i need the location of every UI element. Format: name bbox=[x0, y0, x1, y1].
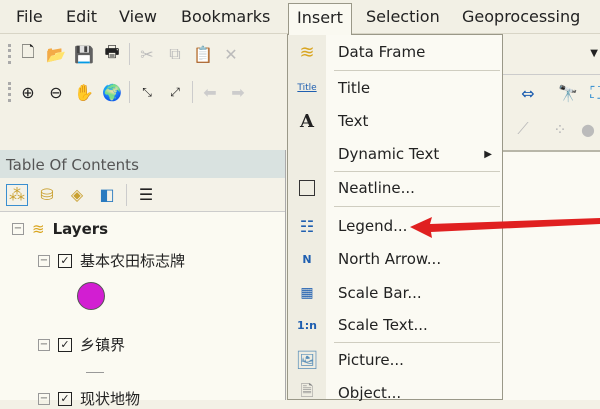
layer-name: 现状地物 bbox=[80, 390, 141, 408]
data-frame-icon: ≋ bbox=[299, 41, 315, 63]
list-by-drawing-order-icon[interactable]: ⁂ bbox=[6, 183, 28, 206]
picture-icon: 🖼 bbox=[295, 349, 319, 371]
toc-title: Table Of Contents bbox=[0, 150, 285, 178]
save-icon[interactable]: 💾 bbox=[73, 43, 95, 65]
layer-visibility-checkbox[interactable]: ✓ bbox=[58, 337, 72, 352]
menu-item-scale-text[interactable]: 1:n Scale Text... bbox=[288, 310, 502, 340]
sketch-icon[interactable]: ⁘ bbox=[549, 118, 571, 140]
neatline-icon bbox=[299, 180, 315, 196]
layer-name: 基本农田标志牌 bbox=[80, 252, 186, 270]
menu-item-dynamic-text[interactable]: Dynamic Text ▶ bbox=[288, 139, 502, 169]
menu-selection[interactable]: Selection bbox=[366, 7, 440, 26]
cut-icon[interactable]: ✂ bbox=[136, 43, 158, 65]
delete-icon[interactable]: ✕ bbox=[220, 43, 242, 65]
submenu-arrow-icon: ▶ bbox=[484, 148, 492, 160]
list-by-visibility-icon[interactable]: ◈ bbox=[66, 184, 88, 206]
menu-insert[interactable]: Insert bbox=[288, 3, 352, 35]
layer-item[interactable]: − ✓ 基本农田标志牌 bbox=[38, 250, 185, 271]
toc-toolbar: ⁂ ⛁ ◈ ◧ ☰ bbox=[0, 178, 285, 212]
find-binoculars-icon[interactable]: 🔭 bbox=[557, 82, 579, 104]
fixed-zoom-out-icon[interactable]: ⤢ bbox=[164, 81, 186, 103]
menu-file[interactable]: File bbox=[16, 7, 43, 26]
object-icon: 🗎 bbox=[300, 380, 314, 400]
menu-bar: File Edit View Bookmarks Insert Selectio… bbox=[0, 0, 600, 35]
menu-item-north-arrow[interactable]: N North Arrow... bbox=[288, 244, 502, 274]
menu-item-neatline[interactable]: Neatline... bbox=[288, 173, 502, 203]
menu-item-label: Scale Bar... bbox=[338, 284, 422, 302]
layer-name: 乡镇界 bbox=[80, 336, 126, 354]
menu-item-title[interactable]: Title Title bbox=[288, 73, 502, 103]
collapse-icon[interactable]: − bbox=[38, 392, 50, 405]
sphere-icon[interactable]: ● bbox=[577, 118, 599, 140]
toolbar-separator bbox=[126, 183, 127, 206]
new-document-icon[interactable]: 🗋 bbox=[17, 42, 39, 65]
menu-item-label: Dynamic Text bbox=[338, 145, 440, 163]
menu-edit[interactable]: Edit bbox=[66, 7, 97, 26]
dropdown-arrow-icon[interactable]: ▼ bbox=[590, 48, 598, 59]
menu-item-label: Neatline... bbox=[338, 179, 415, 197]
north-arrow-icon: N bbox=[302, 252, 312, 266]
layers-label: Layers bbox=[52, 220, 109, 238]
network-icon[interactable]: ⛶ bbox=[585, 82, 600, 104]
legend-icon: ☷ bbox=[299, 216, 315, 236]
scale-bar-icon: ▦ bbox=[300, 285, 314, 301]
print-icon[interactable]: 🖶 bbox=[101, 42, 123, 65]
fixed-zoom-in-icon[interactable]: ⤡ bbox=[136, 81, 158, 103]
menu-item-label: Legend... bbox=[338, 217, 408, 235]
scale-text-icon: 1:n bbox=[297, 318, 317, 332]
title-icon: Title bbox=[297, 83, 317, 93]
toolbar-grip[interactable] bbox=[8, 44, 11, 64]
red-annotation-arrow bbox=[410, 217, 600, 238]
toolbar-separator bbox=[129, 81, 130, 103]
toolbar-separator bbox=[129, 43, 130, 65]
point-symbol-icon[interactable] bbox=[77, 282, 105, 310]
measure-icon[interactable]: ⇔ bbox=[517, 82, 539, 104]
menu-item-label: Title bbox=[338, 79, 371, 97]
list-by-source-icon[interactable]: ⛁ bbox=[36, 184, 58, 206]
layer-item[interactable]: − ✓ 乡镇界 bbox=[38, 334, 125, 355]
menu-item-data-frame[interactable]: ≋ Data Frame bbox=[288, 37, 502, 67]
line-symbol-icon[interactable] bbox=[86, 372, 104, 373]
back-arrow-icon[interactable]: ⬅ bbox=[199, 81, 221, 103]
text-icon: A bbox=[300, 110, 314, 132]
options-icon[interactable]: ☰ bbox=[135, 184, 157, 206]
layer-visibility-checkbox[interactable]: ✓ bbox=[58, 391, 72, 406]
zoom-in-icon[interactable]: ⊕ bbox=[17, 81, 39, 103]
list-by-selection-icon[interactable]: ◧ bbox=[96, 184, 118, 206]
standard-toolbar: 🗋 📂 💾 🖶 ✂ ⧉ 📋 ✕ bbox=[8, 40, 242, 68]
layer-visibility-checkbox[interactable]: ✓ bbox=[58, 253, 72, 268]
menu-item-object[interactable]: 🗎 Object... bbox=[288, 378, 502, 408]
menu-item-label: North Arrow... bbox=[338, 250, 442, 268]
zoom-out-icon[interactable]: ⊖ bbox=[45, 81, 67, 103]
full-extent-globe-icon[interactable]: 🌍 bbox=[101, 81, 123, 103]
toolbar-separator bbox=[192, 81, 193, 103]
collapse-icon[interactable]: − bbox=[12, 223, 24, 235]
forward-arrow-icon[interactable]: ➡ bbox=[227, 81, 249, 103]
menu-item-label: Text bbox=[338, 112, 369, 130]
table-of-contents-panel: Table Of Contents ⁂ ⛁ ◈ ◧ ☰ − ≋ Layers −… bbox=[0, 150, 286, 408]
menu-item-scale-bar[interactable]: ▦ Scale Bar... bbox=[288, 278, 502, 308]
paste-icon[interactable]: 📋 bbox=[192, 43, 214, 65]
edit-vertex-icon[interactable]: ⟋ bbox=[512, 118, 534, 140]
menu-item-text[interactable]: A Text bbox=[288, 106, 502, 136]
copy-icon[interactable]: ⧉ bbox=[164, 43, 186, 65]
tools-toolbar: ⊕ ⊖ ✋ 🌍 ⤡ ⤢ ⬅ ➡ bbox=[8, 78, 249, 106]
menu-item-picture[interactable]: 🖼 Picture... bbox=[288, 345, 502, 375]
arrow-shape bbox=[410, 217, 600, 238]
menu-geoprocessing[interactable]: Geoprocessing bbox=[462, 7, 580, 26]
menu-bookmarks[interactable]: Bookmarks bbox=[181, 7, 270, 26]
menu-item-label: Data Frame bbox=[338, 43, 426, 61]
toolbar-grip[interactable] bbox=[8, 82, 11, 102]
pan-hand-icon[interactable]: ✋ bbox=[73, 81, 95, 103]
menu-view[interactable]: View bbox=[119, 7, 157, 26]
layers-group[interactable]: − ≋ Layers bbox=[12, 220, 108, 238]
menu-item-label: Scale Text... bbox=[338, 316, 428, 334]
collapse-icon[interactable]: − bbox=[38, 338, 50, 351]
open-folder-icon[interactable]: 📂 bbox=[45, 43, 67, 65]
layer-item[interactable]: − ✓ 现状地物 bbox=[38, 388, 140, 409]
menu-item-label: Object... bbox=[338, 384, 402, 402]
collapse-icon[interactable]: − bbox=[38, 254, 50, 267]
layers-icon: ≋ bbox=[32, 220, 45, 238]
menu-item-label: Picture... bbox=[338, 351, 404, 369]
